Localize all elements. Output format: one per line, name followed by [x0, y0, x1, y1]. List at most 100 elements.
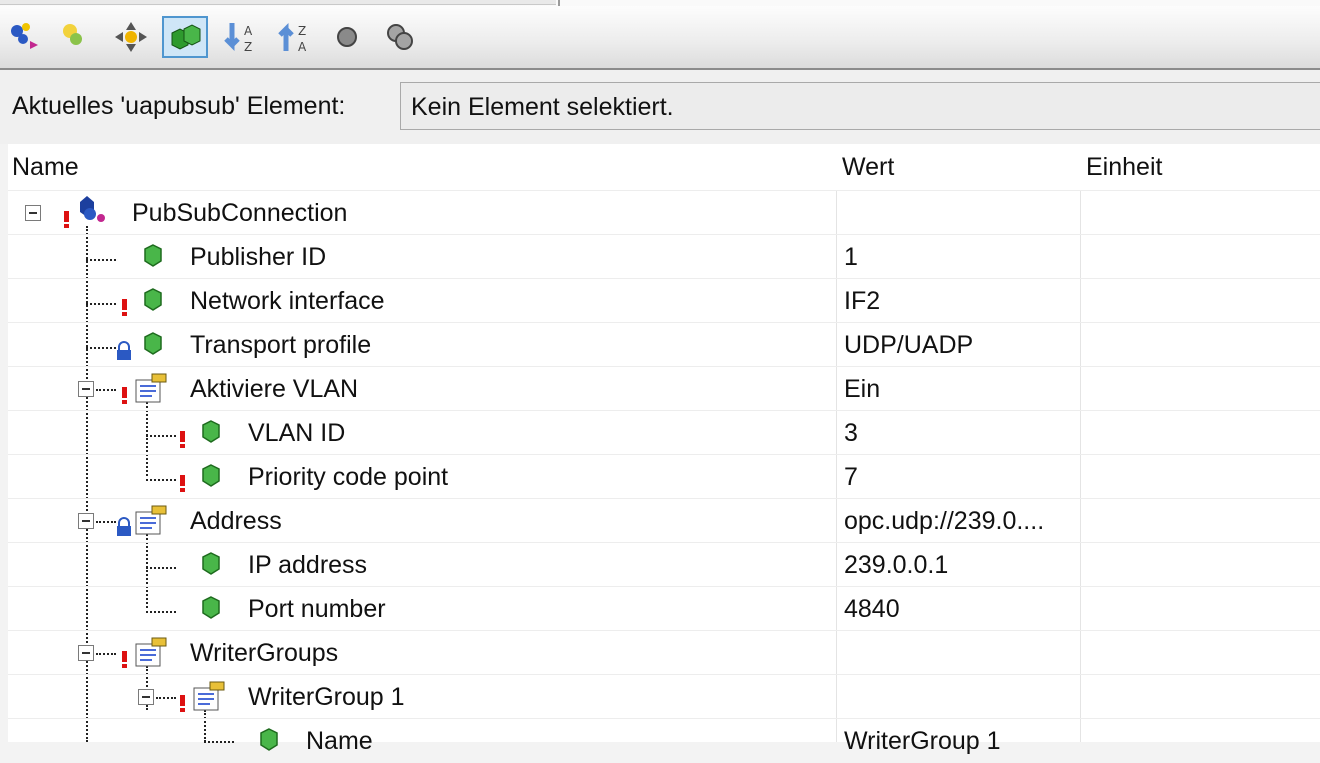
row-label: Publisher ID: [190, 243, 327, 271]
collapse-icon[interactable]: [25, 205, 41, 221]
row-label: WriterGroup 1: [248, 683, 405, 711]
parameter-icon: [202, 596, 220, 619]
svg-text:Z: Z: [244, 40, 252, 54]
tree-line: [146, 567, 176, 569]
property-grid: Name Wert Einheit PubSubConnection Publi…: [8, 144, 1320, 755]
parameter-icon: [202, 420, 220, 443]
svg-text:A: A: [298, 40, 307, 54]
error-icon: [180, 695, 185, 712]
current-element-row: Aktuelles 'uapubsub' Element: Kein Eleme…: [0, 70, 1320, 144]
tree-row-writergroups[interactable]: WriterGroups: [8, 630, 1320, 675]
collapse-icon[interactable]: [78, 513, 94, 529]
circle-button[interactable]: [324, 16, 370, 58]
row-label: PubSubConnection: [132, 199, 348, 227]
row-value[interactable]: 7: [844, 463, 858, 492]
row-value[interactable]: 4840: [844, 595, 900, 624]
tree-row-pubsubconnection[interactable]: PubSubConnection: [8, 190, 1320, 235]
tree-row-aktiviere-vlan[interactable]: Aktiviere VLAN Ein: [8, 366, 1320, 411]
tree-line: [96, 521, 116, 523]
circles-button[interactable]: [378, 16, 424, 58]
row-value[interactable]: 1: [844, 243, 858, 272]
show-parameters-button[interactable]: [162, 16, 208, 58]
tree-line: [146, 479, 176, 481]
svg-text:Z: Z: [298, 24, 306, 38]
add-item-icon: [63, 24, 82, 45]
tree-row-vlan-id[interactable]: VLAN ID 3: [8, 410, 1320, 455]
row-label: WriterGroups: [190, 639, 339, 667]
tree-row-ip-address[interactable]: IP address 239.0.0.1: [8, 542, 1320, 587]
sort-descending-icon: Z A: [278, 22, 307, 54]
folder-parameters-icon: [135, 637, 167, 667]
circle-icon: [337, 27, 357, 47]
row-label: Address: [190, 507, 282, 535]
tree-line: [86, 347, 116, 349]
column-header-value[interactable]: Wert: [842, 153, 894, 182]
row-label: Transport profile: [190, 331, 372, 359]
tree-row-publisher-id[interactable]: Publisher ID 1: [8, 234, 1320, 279]
tree-row-writergroup-1[interactable]: WriterGroup 1: [8, 674, 1320, 719]
row-value[interactable]: Ein: [844, 375, 880, 404]
folder-parameters-icon: [135, 505, 167, 535]
lock-icon: [117, 341, 131, 360]
parameter-icon: [202, 552, 220, 575]
tree-row-address[interactable]: Address opc.udp://239.0....: [8, 498, 1320, 543]
tree-line: [146, 611, 176, 613]
tree-row-priority-code-point[interactable]: Priority code point 7: [8, 454, 1320, 499]
row-label: Aktiviere VLAN: [190, 375, 359, 403]
row-label: Port number: [248, 595, 386, 623]
column-header-unit[interactable]: Einheit: [1086, 153, 1162, 182]
toolbar: A Z Z A: [0, 6, 1320, 70]
circles-icon: [387, 24, 413, 50]
tree-line: [204, 741, 234, 743]
tree-line: [96, 653, 116, 655]
parameter-icon: [202, 464, 220, 487]
tree-row-name[interactable]: Name WriterGroup 1: [8, 718, 1320, 763]
add-item-button[interactable]: [50, 16, 96, 58]
parameter-icon: [144, 288, 162, 311]
row-label: IP address: [248, 551, 368, 579]
row-value[interactable]: opc.udp://239.0....: [844, 507, 1044, 536]
tree-line: [146, 435, 176, 437]
folder-parameters-icon: [135, 373, 167, 403]
tree-line: [156, 697, 176, 699]
parameter-icon: [144, 332, 162, 355]
row-value[interactable]: UDP/UADP: [844, 331, 973, 360]
error-icon: [180, 475, 185, 492]
row-label: Priority code point: [248, 463, 449, 491]
current-element-label: Aktuelles 'uapubsub' Element:: [12, 92, 346, 120]
row-label: Network interface: [190, 287, 385, 315]
sort-ascending-icon: A Z: [224, 23, 253, 54]
row-value[interactable]: 3: [844, 419, 858, 448]
sort-ascending-button[interactable]: A Z: [218, 16, 264, 58]
row-value[interactable]: IF2: [844, 287, 880, 316]
error-icon: [180, 431, 185, 448]
error-icon: [122, 651, 127, 668]
tree-row-port-number[interactable]: Port number 4840: [8, 586, 1320, 631]
svg-text:A: A: [244, 24, 253, 38]
connection-icon: [80, 196, 105, 222]
tree-row-transport-profile[interactable]: Transport profile UDP/UADP: [8, 322, 1320, 367]
collapse-icon[interactable]: [78, 645, 94, 661]
add-connection-button[interactable]: [2, 16, 48, 58]
parameter-icon: [260, 728, 278, 751]
row-label: VLAN ID: [248, 419, 346, 447]
grid-header: Name Wert Einheit: [8, 144, 1320, 190]
parameter-icon: [144, 244, 162, 267]
error-icon: [122, 299, 127, 316]
current-element-field[interactable]: Kein Element selektiert.: [400, 82, 1320, 130]
navigate-button[interactable]: [108, 16, 154, 58]
tree-row-network-interface[interactable]: Network interface IF2: [8, 278, 1320, 323]
collapse-icon[interactable]: [138, 689, 154, 705]
show-parameters-icon: [171, 24, 201, 50]
row-value[interactable]: 239.0.0.1: [844, 551, 948, 580]
column-header-name[interactable]: Name: [12, 153, 79, 182]
collapse-icon[interactable]: [78, 381, 94, 397]
error-icon: [64, 211, 69, 228]
tree-line: [86, 259, 116, 261]
error-icon: [122, 387, 127, 404]
tree-line: [96, 389, 116, 391]
sort-descending-button[interactable]: Z A: [272, 16, 318, 58]
navigate-icon: [115, 22, 147, 52]
lock-icon: [117, 517, 131, 536]
tree-line: [86, 303, 116, 305]
